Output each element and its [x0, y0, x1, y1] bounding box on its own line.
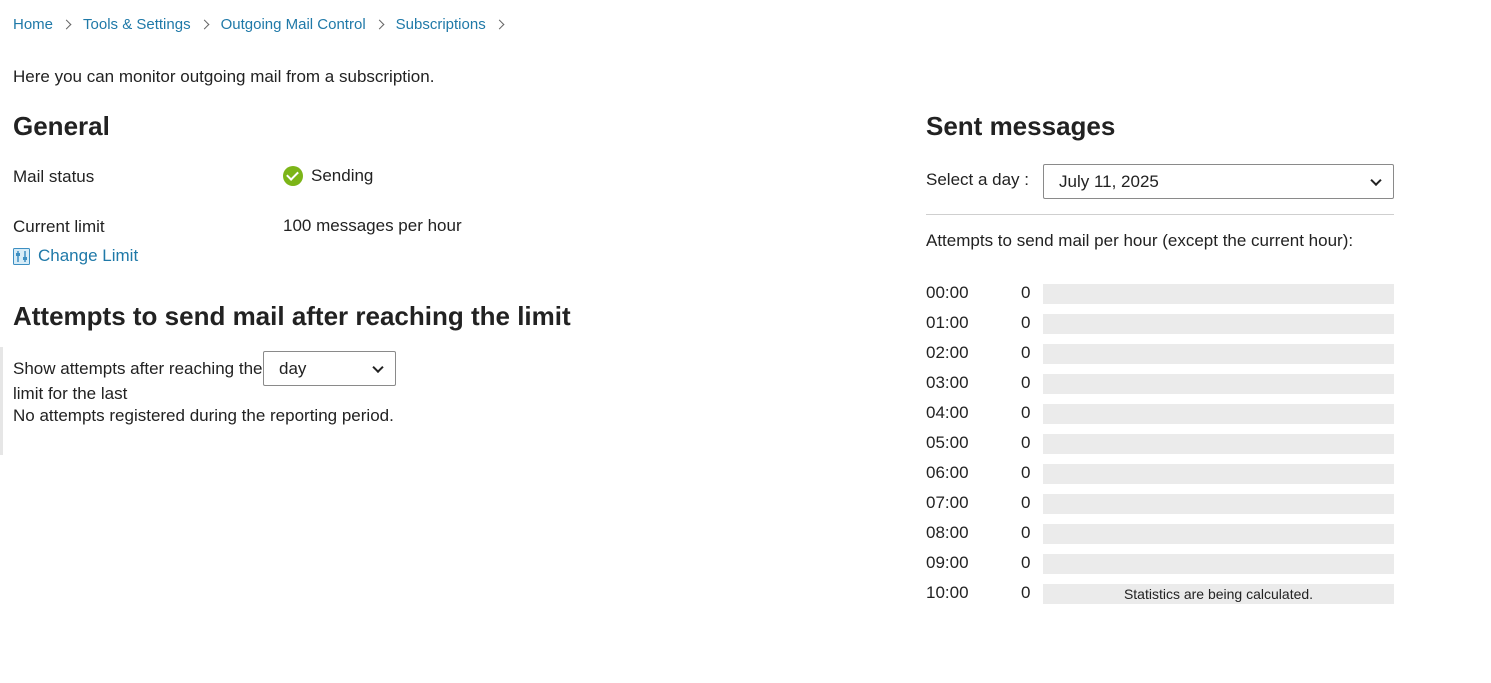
period-select[interactable]: day: [263, 351, 396, 386]
hour-count: 0: [1021, 313, 1031, 332]
hour-bar: [1043, 464, 1394, 484]
mail-status-text: Sending: [311, 166, 374, 185]
day-select[interactable]: July 11, 2025: [1043, 164, 1394, 199]
hour-bar: [1043, 494, 1394, 514]
hour-label: 04:00: [926, 403, 969, 422]
chevron-right-icon: [199, 19, 210, 30]
hour-label: 06:00: [926, 463, 969, 482]
hour-row: 03:00 0: [926, 372, 1394, 402]
chevron-right-icon: [494, 19, 505, 30]
hour-bar: [1043, 554, 1394, 574]
chevron-right-icon: [61, 19, 72, 30]
hour-count: 0: [1021, 283, 1031, 302]
hour-bar: Statistics are being calculated.: [1043, 584, 1394, 604]
hour-bar: [1043, 404, 1394, 424]
hour-row: 04:00 0: [926, 402, 1394, 432]
hour-count: 0: [1021, 583, 1031, 602]
period-select-value: day: [279, 358, 307, 378]
general-heading: General: [13, 111, 110, 141]
hour-row: 05:00 0: [926, 432, 1394, 462]
hour-count: 0: [1021, 343, 1031, 362]
divider: [926, 214, 1394, 215]
mail-status-value: Sending: [283, 166, 373, 186]
current-limit-label: Current limit: [13, 217, 105, 236]
current-limit-value: 100 messages per hour: [283, 216, 462, 235]
check-circle-icon: [283, 166, 303, 186]
chevron-down-icon: [372, 361, 384, 373]
hour-row: 07:00 0: [926, 492, 1394, 522]
breadcrumb-tools-settings[interactable]: Tools & Settings: [83, 16, 191, 33]
section-divider: [0, 347, 3, 455]
hour-count: 0: [1021, 553, 1031, 572]
hour-count: 0: [1021, 433, 1031, 452]
chevron-right-icon: [374, 19, 385, 30]
hour-label: 05:00: [926, 433, 969, 452]
no-attempts-message: No attempts registered during the report…: [13, 406, 394, 425]
page-description: Here you can monitor outgoing mail from …: [13, 67, 435, 86]
hour-label: 03:00: [926, 373, 969, 392]
hour-label: 02:00: [926, 343, 969, 362]
hour-count: 0: [1021, 493, 1031, 512]
hour-label: 07:00: [926, 493, 969, 512]
hour-bar: [1043, 374, 1394, 394]
change-limit-link[interactable]: Change Limit: [13, 246, 138, 266]
breadcrumb-subscriptions[interactable]: Subscriptions: [396, 16, 486, 33]
hour-row: 09:00 0: [926, 552, 1394, 582]
hour-count: 0: [1021, 373, 1031, 392]
hour-label: 00:00: [926, 283, 969, 302]
hour-bar: [1043, 524, 1394, 544]
hour-count: 0: [1021, 523, 1031, 542]
show-attempts-label: Show attempts after reaching the limit f…: [13, 359, 263, 403]
chevron-down-icon: [1370, 174, 1382, 186]
select-day-label: Select a day :: [926, 170, 1030, 189]
hour-row: 08:00 0: [926, 522, 1394, 552]
hour-row: 00:00 0: [926, 282, 1394, 312]
breadcrumb-outgoing-mail-control[interactable]: Outgoing Mail Control: [221, 16, 366, 33]
hour-bar: [1043, 434, 1394, 454]
hour-count: 0: [1021, 463, 1031, 482]
day-select-value: July 11, 2025: [1059, 171, 1159, 191]
hour-label: 09:00: [926, 553, 969, 572]
sent-messages-heading: Sent messages: [926, 111, 1116, 141]
sliders-icon: [13, 247, 30, 265]
hour-label: 08:00: [926, 523, 969, 542]
hour-row: 01:00 0: [926, 312, 1394, 342]
hour-bar: [1043, 314, 1394, 334]
hour-bar: [1043, 284, 1394, 304]
hour-row: 02:00 0: [926, 342, 1394, 372]
attempts-heading: Attempts to send mail after reaching the…: [13, 301, 571, 331]
hour-note: Statistics are being calculated.: [1123, 586, 1314, 602]
breadcrumb: Home Tools & Settings Outgoing Mail Cont…: [13, 16, 516, 33]
hour-bar: [1043, 344, 1394, 364]
breadcrumb-home[interactable]: Home: [13, 16, 53, 33]
hour-label: 10:00: [926, 583, 969, 602]
hour-count: 0: [1021, 403, 1031, 422]
mail-status-label: Mail status: [13, 167, 95, 186]
hour-row: 10:00 0 Statistics are being calculated.: [926, 582, 1394, 612]
per-hour-caption: Attempts to send mail per hour (except t…: [926, 231, 1354, 250]
hour-label: 01:00: [926, 313, 969, 332]
change-limit-label: Change Limit: [38, 246, 139, 265]
hourly-stats: 00:00 0 01:00 0 02:00 0 03:00 0 04:00 0 05:00 0 06:0…: [926, 282, 1394, 612]
hour-row: 06:00 0: [926, 462, 1394, 492]
